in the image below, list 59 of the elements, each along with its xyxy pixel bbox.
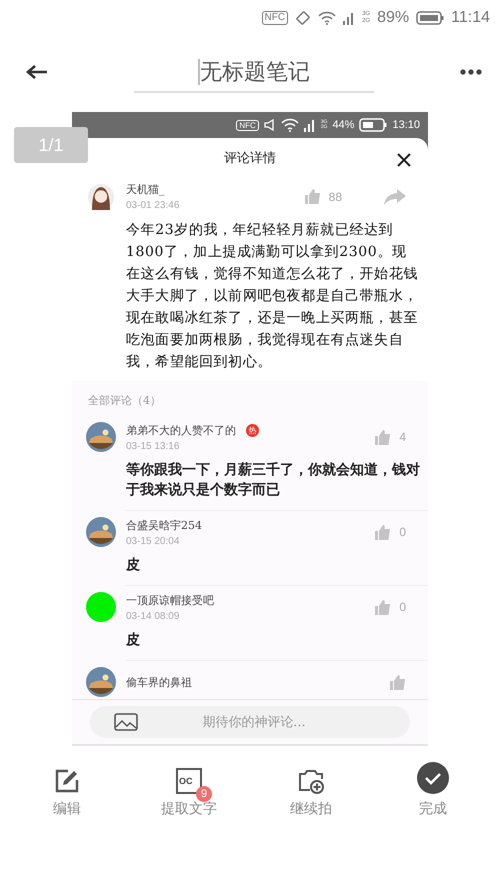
thumbs-up-icon xyxy=(304,189,321,204)
battery-icon xyxy=(359,118,388,132)
like-count: 4 xyxy=(399,430,406,444)
wifi-icon xyxy=(318,10,336,24)
comment-text: 今年23岁的我，年纪轻轻月薪就已经达到1800了，加上提成满勤可以拿到2300。现在这么有钱，觉得不知道怎么花了，开始花钱大手大脚了，以前网吧包夜都是自己带瓶水，现在敢喝冰红茶了，还是一晚上买两瓶，甚至吃泡面要加两根肠，我觉得现在有点迷失自我，希望能回到初心。 xyxy=(126,221,418,372)
close-button[interactable] xyxy=(396,152,412,168)
username: 天机猫_ xyxy=(126,182,166,197)
section-label: 全部评论（4） xyxy=(87,393,162,409)
toolbar-button[interactable]: OC 9 提取文字 xyxy=(134,762,244,818)
clock: 13:10 xyxy=(392,119,420,131)
comment-text: 皮 xyxy=(126,631,141,650)
avatar-icon xyxy=(88,184,114,210)
like-count: 0 xyxy=(399,525,406,539)
edit-icon xyxy=(54,768,80,794)
hot-badge: 热 xyxy=(246,424,259,436)
camera-add-icon xyxy=(298,768,324,794)
share-icon xyxy=(384,188,406,204)
comment-text: 等你跟我一下，月薪三千了，你就会知道，钱对于我来说只是个数字而已 xyxy=(126,461,421,500)
image-icon[interactable] xyxy=(114,713,138,731)
username: 偷车界的鼻祖 xyxy=(126,674,192,690)
signal-icon xyxy=(304,118,316,132)
back-button[interactable] xyxy=(26,64,48,80)
username: 弟弟不大的人赞不了的 xyxy=(126,422,236,438)
more-icon xyxy=(460,69,482,75)
panel-title: 评论详情 xyxy=(224,150,276,167)
battery-percent: 89% xyxy=(377,8,410,26)
thumbs-up-icon xyxy=(375,524,392,540)
username: 合盛吴晗宇254 xyxy=(126,518,202,532)
like-count: 88 xyxy=(328,190,342,204)
signal-icon xyxy=(343,10,356,24)
more-button[interactable] xyxy=(460,69,482,75)
thumbs-up-icon xyxy=(375,430,392,444)
toolbar-button[interactable]: 继续拍 xyxy=(256,762,366,818)
mute-icon xyxy=(264,119,276,131)
close-icon xyxy=(396,152,412,168)
thumbs-up-icon xyxy=(375,600,392,614)
timestamp: 03-15 20:04 xyxy=(126,536,180,546)
nfc-icon: NFC xyxy=(262,10,288,24)
comment-text: 皮 xyxy=(126,556,141,575)
username: 一顶原谅帽接受吧 xyxy=(126,592,214,608)
timestamp: 03-14 08:09 xyxy=(126,610,180,622)
wifi-icon xyxy=(280,118,299,132)
count-badge: 9 xyxy=(196,786,212,802)
toolbar-button[interactable]: 编辑 xyxy=(12,762,122,818)
battery-percent: 44% xyxy=(332,119,354,131)
avatar-icon xyxy=(86,592,116,622)
timestamp: 03-15 13:16 xyxy=(126,440,180,452)
title-field[interactable]: 无标题笔记 xyxy=(134,57,374,93)
timestamp: 03-01 23:46 xyxy=(126,200,180,211)
thumbs-up-icon xyxy=(390,674,406,690)
rotation-icon xyxy=(295,10,312,26)
comment-input[interactable]: 期待你的神评论... xyxy=(90,706,410,738)
battery-icon xyxy=(416,10,444,24)
toolbar-button[interactable]: 完成 xyxy=(378,762,488,818)
like-count: 0 xyxy=(399,600,406,614)
check-icon xyxy=(417,762,449,794)
clock: 11:14 xyxy=(451,8,490,26)
nfc-icon: NFC xyxy=(236,120,259,130)
back-icon xyxy=(26,64,48,80)
